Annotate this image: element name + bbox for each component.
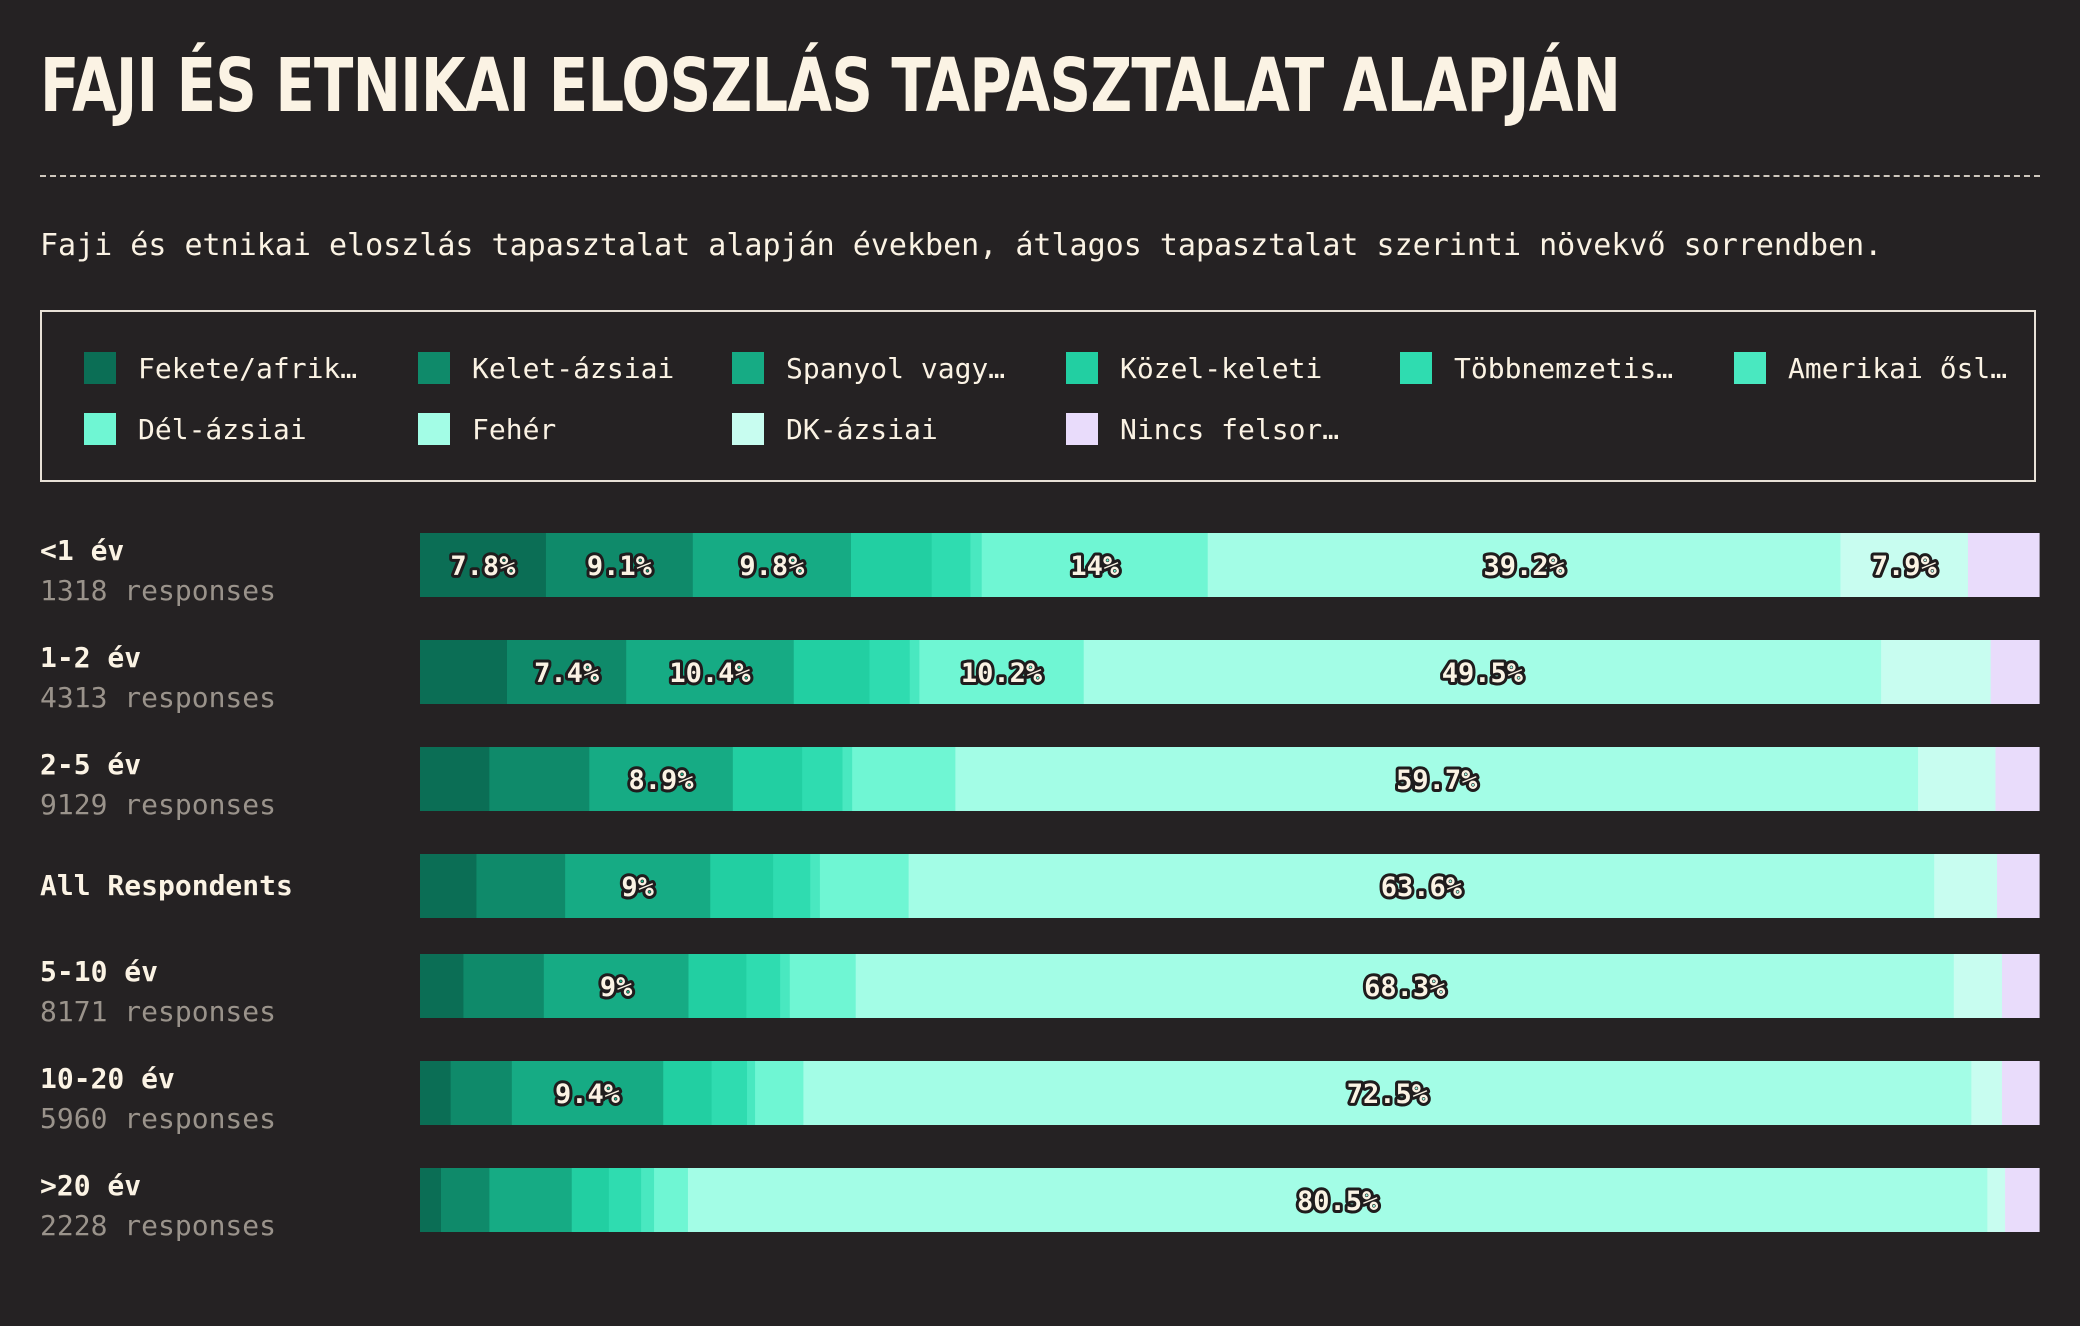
bar-segment[interactable] bbox=[420, 640, 508, 704]
bar-segment[interactable] bbox=[747, 1061, 756, 1125]
bar-segment[interactable] bbox=[688, 954, 747, 1018]
bar-segment[interactable] bbox=[2002, 954, 2040, 1018]
chart-root: { "title": "FAJI ÉS ETNIKAI ELOSZLÁS TAP… bbox=[0, 0, 2080, 1326]
bar-segment[interactable] bbox=[1953, 954, 2003, 1018]
bar-segment[interactable] bbox=[710, 854, 774, 918]
bar-segment[interactable] bbox=[819, 854, 910, 918]
bar-segment[interactable] bbox=[654, 1168, 689, 1232]
bar-segment[interactable] bbox=[420, 747, 490, 811]
bar-segment[interactable] bbox=[1971, 1061, 2003, 1125]
bar-value-label: 10.4% bbox=[669, 658, 751, 689]
bar-value-label: 14% bbox=[1070, 551, 1120, 582]
bar-value-label: 72.5% bbox=[1347, 1079, 1429, 1110]
bar-segment[interactable] bbox=[732, 747, 803, 811]
bar-value-label: 9.1% bbox=[587, 551, 653, 582]
bar-plot-area: 7.8% 9.1% 9.8% 14% 39.2% 7.9% 7.4% 10.4% 10.2% 49… bbox=[420, 533, 2040, 1232]
bar-value-label: 49.5% bbox=[1442, 658, 1524, 689]
bar-segment[interactable] bbox=[2001, 1061, 2040, 1125]
bar-segment[interactable] bbox=[711, 1061, 748, 1125]
bar-value-label: 68.3% bbox=[1364, 972, 1446, 1003]
bar-segment[interactable] bbox=[489, 1168, 573, 1232]
bar-segment[interactable] bbox=[450, 1061, 513, 1125]
bar-segment[interactable] bbox=[850, 533, 933, 597]
bar-segment[interactable] bbox=[842, 747, 853, 811]
bar-segment[interactable] bbox=[463, 954, 545, 1018]
bar-value-label: 9% bbox=[621, 872, 654, 903]
bar-segment[interactable] bbox=[2005, 1168, 2040, 1232]
bar-segment[interactable] bbox=[663, 1061, 713, 1125]
bar-segment[interactable] bbox=[420, 1061, 452, 1125]
bar-segment[interactable] bbox=[970, 533, 983, 597]
bar-segment[interactable] bbox=[780, 954, 791, 1018]
bar-segment[interactable] bbox=[852, 747, 956, 811]
bar-segment[interactable] bbox=[1997, 854, 2040, 918]
bar-value-label: 7.8% bbox=[450, 551, 516, 582]
bar-segment[interactable] bbox=[909, 640, 920, 704]
bar-segment[interactable] bbox=[420, 1168, 442, 1232]
bar-segment[interactable] bbox=[1987, 1168, 2006, 1232]
bar-segment[interactable] bbox=[789, 954, 857, 1018]
bar-value-label: 59.7% bbox=[1396, 765, 1478, 796]
bar-value-label: 8.9% bbox=[629, 765, 695, 796]
bar-segment[interactable] bbox=[641, 1168, 655, 1232]
bar-segment[interactable] bbox=[571, 1168, 610, 1232]
bar-value-label: 9.8% bbox=[739, 551, 805, 582]
bar-segment[interactable] bbox=[608, 1168, 642, 1232]
bar-segment[interactable] bbox=[1967, 533, 2040, 597]
bar-value-label: 80.5% bbox=[1297, 1186, 1379, 1217]
bar-segment[interactable] bbox=[793, 640, 871, 704]
bar-segment[interactable] bbox=[810, 854, 821, 918]
bar-segment[interactable] bbox=[773, 854, 811, 918]
bar-segment[interactable] bbox=[1881, 640, 1992, 704]
bar-segment[interactable] bbox=[420, 854, 478, 918]
bar-segment[interactable] bbox=[869, 640, 911, 704]
bar-segment[interactable] bbox=[489, 747, 590, 811]
bar-value-label: 39.2% bbox=[1483, 551, 1565, 582]
bar-value-label: 9% bbox=[600, 972, 633, 1003]
bar-value-label: 9.4% bbox=[555, 1079, 621, 1110]
bar-segment[interactable] bbox=[1934, 854, 1998, 918]
bar-value-label: 63.6% bbox=[1381, 872, 1463, 903]
bar-segment[interactable] bbox=[746, 954, 781, 1018]
bar-segment[interactable] bbox=[1918, 747, 1997, 811]
bar-segment[interactable] bbox=[440, 1168, 491, 1232]
bar-segment[interactable] bbox=[420, 954, 465, 1018]
bar-segment[interactable] bbox=[931, 533, 972, 597]
bar-value-label: 7.9% bbox=[1872, 551, 1938, 582]
bar-segment[interactable] bbox=[1990, 640, 2040, 704]
bar-segment[interactable] bbox=[802, 747, 844, 811]
bar-segment[interactable] bbox=[476, 854, 566, 918]
bar-segment[interactable] bbox=[755, 1061, 805, 1125]
bar-value-label: 10.2% bbox=[961, 658, 1043, 689]
bar-segment[interactable] bbox=[1995, 747, 2040, 811]
bar-value-label: 7.4% bbox=[534, 658, 600, 689]
